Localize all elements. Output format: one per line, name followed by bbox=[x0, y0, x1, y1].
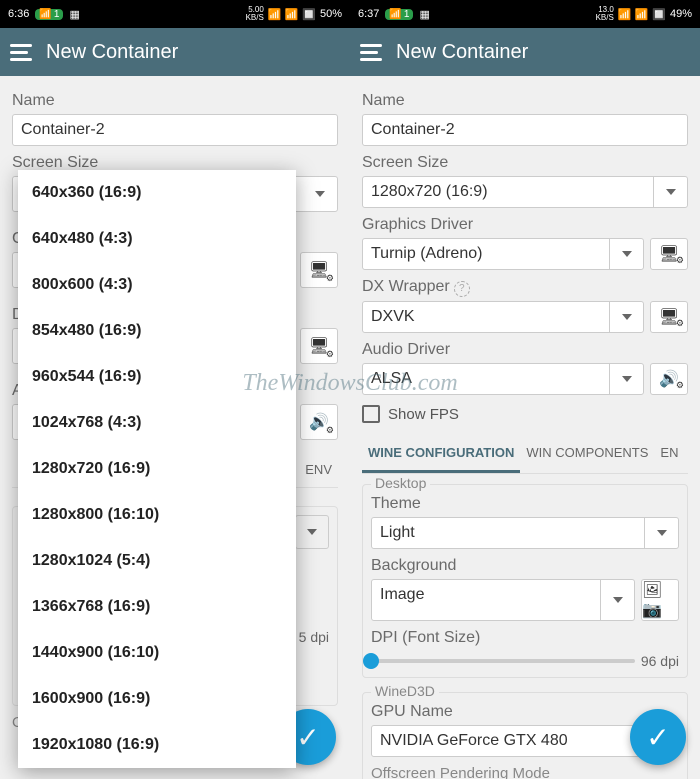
background-label: Background bbox=[371, 557, 679, 575]
dropdown-item[interactable]: 1440x900 (16:10) bbox=[18, 630, 296, 676]
app-header: New Container bbox=[0, 28, 350, 76]
dx-settings-icon[interactable]: 🖥⚙ bbox=[300, 328, 338, 364]
signal-icon: 📶 📶 bbox=[618, 8, 648, 21]
audio-settings-button[interactable]: 🔊⚙ bbox=[650, 363, 688, 395]
dx-wrapper-select[interactable]: DXVK bbox=[362, 301, 644, 333]
network-speed: 5.00 KB/S bbox=[246, 6, 264, 22]
gfx-settings-icon[interactable]: 🖥⚙ bbox=[300, 252, 338, 288]
gfx-settings-button[interactable]: 🖥⚙ bbox=[650, 238, 688, 270]
chevron-down-icon bbox=[609, 302, 643, 332]
dropdown-item[interactable]: 1280x1024 (5:4) bbox=[18, 538, 296, 584]
network-speed: 13.0 KB/S bbox=[596, 6, 614, 22]
audio-driver-select[interactable]: ALSA bbox=[362, 363, 644, 395]
dpi-label: DPI (Font Size) bbox=[371, 629, 679, 647]
tab-env[interactable]: ENV bbox=[299, 452, 338, 487]
menu-icon[interactable] bbox=[10, 44, 32, 61]
audio-driver-label: Audio Driver bbox=[362, 341, 688, 359]
dx-settings-button[interactable]: 🖥⚙ bbox=[650, 301, 688, 333]
nfc-icon: ▦ bbox=[69, 8, 79, 21]
name-label: Name bbox=[12, 92, 338, 110]
sim-badge: 📶 1 bbox=[35, 9, 63, 20]
screen-size-label: Screen Size bbox=[362, 154, 688, 172]
desktop-section-title: Desktop bbox=[371, 475, 430, 491]
tab-wine-config[interactable]: WINE CONFIGURATION bbox=[362, 435, 520, 473]
dropdown-item[interactable]: 1024x768 (4:3) bbox=[18, 400, 296, 446]
show-fps-checkbox[interactable] bbox=[362, 405, 380, 423]
wined3d-section-title: WineD3D bbox=[371, 683, 439, 699]
screen-size-dropdown: 640x360 (16:9) 640x480 (4:3) 800x600 (4:… bbox=[18, 170, 296, 768]
battery-percent: 50% bbox=[320, 8, 342, 20]
audio-settings-icon[interactable]: 🔊⚙ bbox=[300, 404, 338, 440]
chevron-down-icon bbox=[600, 580, 634, 620]
battery-percent: 49% bbox=[670, 8, 692, 20]
dropdown-item[interactable]: 1366x768 (16:9) bbox=[18, 584, 296, 630]
status-bar: 6:37 📶 1 ▦ 13.0 KB/S 📶 📶 🔲 49% bbox=[350, 0, 700, 28]
name-input[interactable] bbox=[12, 114, 338, 146]
menu-icon[interactable] bbox=[360, 44, 382, 61]
confirm-fab[interactable]: ✓ bbox=[630, 709, 686, 765]
status-bar: 6:36 📶 1 ▦ 5.00 KB/S 📶 📶 🔲 50% bbox=[0, 0, 350, 28]
dpi-slider[interactable] bbox=[371, 659, 635, 663]
check-icon: ✓ bbox=[646, 721, 669, 754]
dropdown-item[interactable]: 640x360 (16:9) bbox=[18, 170, 296, 216]
chevron-down-icon bbox=[644, 518, 678, 548]
dropdown-item[interactable]: 1280x720 (16:9) bbox=[18, 446, 296, 492]
show-fps-label: Show FPS bbox=[388, 406, 459, 423]
gfx-driver-label: Graphics Driver bbox=[362, 216, 688, 234]
chevron-down-icon bbox=[609, 364, 643, 394]
tab-env[interactable]: EN bbox=[654, 435, 684, 473]
page-title: New Container bbox=[46, 41, 178, 64]
dropdown-item[interactable]: 1920x1080 (16:9) bbox=[18, 722, 296, 768]
dpi-peek-value: 5 dpi bbox=[299, 629, 329, 645]
gfx-driver-select[interactable]: Turnip (Adreno) bbox=[362, 238, 644, 270]
battery-icon: 🔲 bbox=[302, 8, 316, 21]
dropdown-item[interactable]: 1600x900 (16:9) bbox=[18, 676, 296, 722]
camera-icon: 🖼📷 bbox=[642, 580, 678, 620]
theme-select[interactable]: Light bbox=[371, 517, 679, 549]
dropdown-item[interactable]: 800x600 (4:3) bbox=[18, 262, 296, 308]
page-title: New Container bbox=[396, 41, 528, 64]
tab-win-components[interactable]: WIN COMPONENTS bbox=[520, 435, 654, 473]
dx-wrapper-label: DX Wrapper bbox=[362, 278, 688, 297]
right-phone: 6:37 📶 1 ▦ 13.0 KB/S 📶 📶 🔲 49% New Conta… bbox=[350, 0, 700, 779]
clock: 6:36 bbox=[8, 8, 29, 20]
dpi-value: 96 dpi bbox=[641, 653, 679, 669]
app-header: New Container bbox=[350, 28, 700, 76]
left-phone: 6:36 📶 1 ▦ 5.00 KB/S 📶 📶 🔲 50% New Conta… bbox=[0, 0, 350, 779]
dropdown-item[interactable]: 960x544 (16:9) bbox=[18, 354, 296, 400]
battery-icon: 🔲 bbox=[652, 8, 666, 21]
sim-badge: 📶 1 bbox=[385, 9, 413, 20]
name-label: Name bbox=[362, 92, 688, 110]
chevron-down-icon bbox=[653, 177, 687, 207]
theme-label: Theme bbox=[371, 495, 679, 513]
dropdown-item[interactable]: 640x480 (4:3) bbox=[18, 216, 296, 262]
gpu-name-label: GPU Name bbox=[371, 703, 679, 721]
offscreen-label: Offscreen Pendering Mode bbox=[371, 765, 679, 779]
name-input[interactable] bbox=[362, 114, 688, 146]
screen-size-select[interactable]: 1280x720 (16:9) bbox=[362, 176, 688, 208]
dropdown-item[interactable]: 1280x800 (16:10) bbox=[18, 492, 296, 538]
background-select[interactable]: Image bbox=[371, 579, 635, 621]
dropdown-item[interactable]: 854x480 (16:9) bbox=[18, 308, 296, 354]
background-camera-button[interactable]: 🖼📷 bbox=[641, 579, 679, 621]
clock: 6:37 bbox=[358, 8, 379, 20]
nfc-icon: ▦ bbox=[419, 8, 429, 21]
check-icon: ✓ bbox=[296, 721, 319, 754]
signal-icon: 📶 📶 bbox=[268, 8, 298, 21]
chevron-down-icon bbox=[609, 239, 643, 269]
